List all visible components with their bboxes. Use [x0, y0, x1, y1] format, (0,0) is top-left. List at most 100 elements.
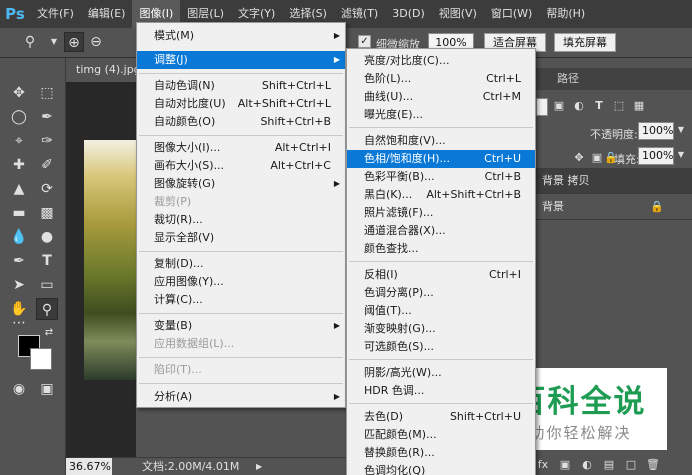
tab-paths[interactable]: 路径 — [548, 68, 588, 90]
menu-item-match-color[interactable]: 匹配颜色(M)... — [347, 426, 535, 444]
zoom-out-icon[interactable]: ⊖ — [86, 32, 106, 52]
menu-item-posterize[interactable]: 色调分离(P)... — [347, 284, 535, 302]
add-mask-icon[interactable]: ▣ — [558, 458, 572, 471]
pen-tool-icon[interactable]: ✒ — [8, 250, 30, 272]
photoshop-logo: Ps — [5, 5, 25, 23]
menu-view[interactable]: 视图(V) — [432, 0, 484, 28]
menu-item-auto-contrast[interactable]: 自动对比度(U) Alt+Shift+Ctrl+L — [137, 95, 345, 113]
menu-separator — [349, 359, 533, 360]
status-zoom-field[interactable]: 36.67% — [66, 458, 112, 475]
menu-edit[interactable]: 编辑(E) — [81, 0, 133, 28]
filter-shape-icon[interactable]: ⬚ — [612, 99, 626, 112]
menu-item-exposure[interactable]: 曝光度(E)... — [347, 106, 535, 124]
status-chevron-icon[interactable]: ▶ — [256, 458, 262, 475]
background-color-swatch[interactable] — [30, 348, 52, 370]
layer-filter-dropdown[interactable] — [536, 98, 548, 116]
menu-item-channel-mixer[interactable]: 通道混合器(X)... — [347, 222, 535, 240]
menu-item-invert[interactable]: 反相(I) Ctrl+I — [347, 266, 535, 284]
fill-field[interactable]: 100% — [638, 147, 674, 165]
menu-item-image-size[interactable]: 图像大小(I)... Alt+Ctrl+I — [137, 139, 345, 157]
clone-stamp-tool-icon[interactable]: ▲ — [8, 178, 30, 200]
opacity-chevron-icon[interactable]: ▼ — [676, 125, 686, 134]
menu-item-trim[interactable]: 裁切(R)... — [137, 211, 345, 229]
swap-colors-icon[interactable]: ⇄ — [42, 326, 56, 340]
menu-item-analysis[interactable]: 分析(A) ▶ — [137, 388, 345, 406]
menu-item-apply-image[interactable]: 应用图像(Y)... — [137, 273, 345, 291]
delete-layer-icon[interactable]: 🗑 — [646, 458, 660, 471]
menu-window[interactable]: 窗口(W) — [484, 0, 539, 28]
menu-item-selective-color[interactable]: 可选颜色(S)... — [347, 338, 535, 356]
menu-item-curves[interactable]: 曲线(U)... Ctrl+M — [347, 88, 535, 106]
fill-screen-button[interactable]: 填充屏幕 — [554, 33, 616, 52]
filter-pixel-icon[interactable]: ▣ — [552, 99, 566, 112]
crop-tool-icon[interactable]: ⌖ — [8, 130, 30, 152]
move-tool-icon[interactable]: ✥ — [8, 82, 30, 104]
filter-type-icon[interactable]: T — [592, 99, 606, 112]
more-tools-icon[interactable]: ⋯ — [8, 312, 30, 334]
gradient-tool-icon[interactable]: ▩ — [36, 202, 58, 224]
marquee-tool-icon[interactable]: ⬚ — [36, 82, 58, 104]
quick-select-tool-icon[interactable]: ✒ — [36, 106, 58, 128]
menu-item-calculations[interactable]: 计算(C)... — [137, 291, 345, 309]
fx-icon[interactable]: fx — [536, 458, 550, 471]
opacity-field[interactable]: 100% — [638, 122, 674, 140]
zoom-in-icon[interactable]: ⊕ — [64, 32, 84, 52]
document-image — [84, 140, 136, 380]
healing-brush-tool-icon[interactable]: ✚ — [8, 154, 30, 176]
menu-item-equalize[interactable]: 色调均化(Q) — [347, 462, 535, 475]
blur-tool-icon[interactable]: 💧 — [8, 226, 30, 248]
menu-item-shadows-highlights[interactable]: 阴影/高光(W)... — [347, 364, 535, 382]
menu-item-adjustments[interactable]: 调整(J) ▶ — [137, 51, 345, 69]
menu-item-variables[interactable]: 变量(B) ▶ — [137, 317, 345, 335]
menu-item-mode[interactable]: 模式(M) ▶ — [137, 27, 345, 45]
menu-separator — [139, 135, 343, 136]
menu-item-vibrance[interactable]: 自然饱和度(V)... — [347, 132, 535, 150]
menu-help[interactable]: 帮助(H) — [539, 0, 592, 28]
menu-file[interactable]: 文件(F) — [30, 0, 81, 28]
zoom-tool-preset-icon[interactable]: ⚲ — [20, 32, 40, 52]
menu-item-desaturate[interactable]: 去色(D) Shift+Ctrl+U — [347, 408, 535, 426]
new-layer-icon[interactable]: □ — [624, 458, 638, 471]
eyedropper-tool-icon[interactable]: ✑ — [36, 130, 58, 152]
screen-mode-icon[interactable]: ▣ — [36, 378, 58, 400]
menu-item-reveal-all[interactable]: 显示全部(V) — [137, 229, 345, 247]
menu-item-auto-tone[interactable]: 自动色调(N) Shift+Ctrl+L — [137, 77, 345, 95]
filter-adjustment-icon[interactable]: ◐ — [572, 99, 586, 112]
chevron-down-icon[interactable]: ▼ — [44, 32, 64, 52]
path-selection-tool-icon[interactable]: ➤ — [8, 274, 30, 296]
quick-mask-icon[interactable]: ◉ — [8, 378, 30, 400]
history-brush-tool-icon[interactable]: ⟳ — [36, 178, 58, 200]
menu-item-photo-filter[interactable]: 照片滤镜(F)... — [347, 204, 535, 222]
filter-smart-object-icon[interactable]: ▦ — [632, 99, 646, 112]
menu-item-canvas-size[interactable]: 画布大小(S)... Alt+Ctrl+C — [137, 157, 345, 175]
menu-item-brightness-contrast[interactable]: 亮度/对比度(C)... — [347, 52, 535, 70]
toolbox: ✥ ⬚ ◯ ✒ ⌖ ✑ ✚ ✐ ▲ ⟳ ▬ ▩ 💧 ● ✒ T ➤ ▭ ✋ ⚲ … — [0, 58, 66, 475]
type-tool-icon[interactable]: T — [36, 250, 58, 272]
menu-item-replace-color[interactable]: 替换颜色(R)... — [347, 444, 535, 462]
lock-position-icon[interactable]: ✥ — [572, 151, 586, 164]
menu-item-gradient-map[interactable]: 渐变映射(G)... — [347, 320, 535, 338]
menu-item-color-balance[interactable]: 色彩平衡(B)... Ctrl+B — [347, 168, 535, 186]
rectangle-tool-icon[interactable]: ▭ — [36, 274, 58, 296]
eraser-tool-icon[interactable]: ▬ — [8, 202, 30, 224]
scrubby-zoom-checkbox[interactable]: ✓ — [358, 35, 371, 48]
menu-item-image-rotation[interactable]: 图像旋转(G) ▶ — [137, 175, 345, 193]
menu-item-threshold[interactable]: 阈值(T)... — [347, 302, 535, 320]
lasso-tool-icon[interactable]: ◯ — [8, 106, 30, 128]
menu-item-color-lookup[interactable]: 颜色查找... — [347, 240, 535, 258]
fill-chevron-icon[interactable]: ▼ — [676, 150, 686, 159]
brush-tool-icon[interactable]: ✐ — [36, 154, 58, 176]
menu-item-black-white[interactable]: 黑白(K)... Alt+Shift+Ctrl+B — [347, 186, 535, 204]
menu-item-hue-saturation[interactable]: 色相/饱和度(H)... Ctrl+U — [347, 150, 535, 168]
menu-item-levels[interactable]: 色阶(L)... Ctrl+L — [347, 70, 535, 88]
new-group-icon[interactable]: ▤ — [602, 458, 616, 471]
layer-name: 背景 — [542, 200, 564, 213]
lock-artboard-icon[interactable]: ▣ — [590, 151, 604, 164]
menu-item-duplicate[interactable]: 复制(D)... — [137, 255, 345, 273]
zoom-tool-icon[interactable]: ⚲ — [36, 298, 58, 320]
menu-item-hdr-toning[interactable]: HDR 色调... — [347, 382, 535, 400]
menu-3d[interactable]: 3D(D) — [385, 0, 432, 28]
dodge-tool-icon[interactable]: ● — [36, 226, 58, 248]
new-adjustment-icon[interactable]: ◐ — [580, 458, 594, 471]
menu-item-auto-color[interactable]: 自动颜色(O) Shift+Ctrl+B — [137, 113, 345, 131]
